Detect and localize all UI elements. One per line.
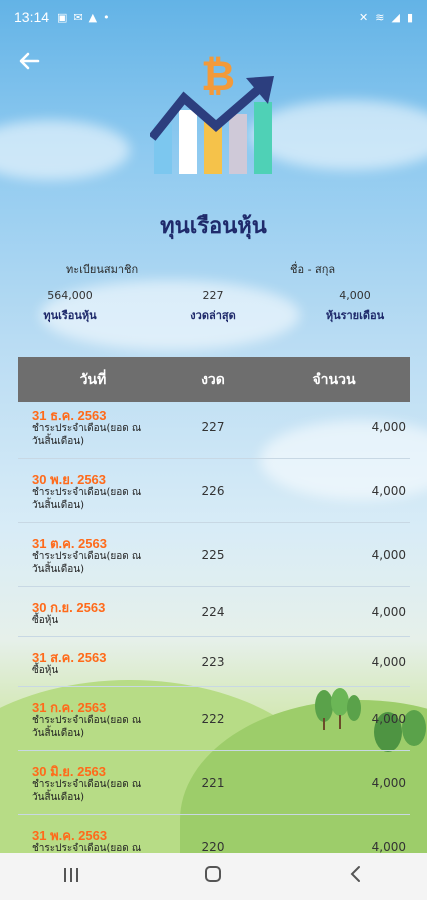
row-amount: 4,000 [371,712,406,726]
row-period: 220 [201,840,225,853]
monthly-value: 4,000 [339,289,371,302]
table-row[interactable]: 30 พ.ย. 2563 ชำระประจำเดือน(ยอด ณ วันสิ้… [18,459,410,523]
monthly-label: หุ้นรายเดือน [325,309,385,322]
app-screen: 13:14 ▣ ✉ ▲ • ✕ ≋ ◢ ▮ ₿ ทุนเรือนหุ้น ทะเ… [0,0,427,853]
row-description: ชำระประจำเดือน(ยอด ณ วันสิ้นเดือน) [32,779,142,803]
signal-icon: ◢ [391,10,400,24]
cloud-decoration [0,120,130,180]
row-amount: 4,000 [371,840,406,853]
table-row[interactable]: 31 พ.ค. 2563 ชำระประจำเดือน(ยอด ณ วันสิ้… [18,815,410,853]
system-navigation-bar [0,853,427,900]
transaction-list[interactable]: 31 ธ.ค. 2563 ชำระประจำเดือน(ยอด ณ วันสิ้… [18,402,410,853]
table-row[interactable]: 31 ต.ค. 2563 ชำระประจำเดือน(ยอด ณ วันสิ้… [18,523,410,587]
home-icon[interactable] [183,864,243,889]
mute-icon: ✕ [359,10,369,24]
table-row[interactable]: 31 ส.ค. 2563 ซื้อหุ้น 223 4,000 [18,637,410,687]
row-period: 225 [201,548,225,562]
row-period: 224 [201,605,225,619]
row-description: ชำระประจำเดือน(ยอด ณ วันสิ้นเดือน) [32,487,142,511]
row-description: ซื้อหุ้น [32,615,59,626]
mail-notification-icon: ✉ [73,10,83,24]
header-amount: จำนวน [312,371,356,388]
warning-notification-icon: ▲ [88,10,98,24]
row-period: 222 [201,712,225,726]
row-description: ชำระประจำเดือน(ยอด ณ วันสิ้นเดือน) [32,551,142,575]
latest-period-label: งวดล่าสุด [190,309,236,322]
table-header: วันที่ งวด จำนวน [18,357,410,402]
row-description: ชำระประจำเดือน(ยอด ณ วันสิ้นเดือน) [32,423,142,447]
row-amount: 4,000 [371,776,406,790]
back-arrow-icon[interactable] [18,50,44,76]
row-period: 226 [201,484,225,498]
table-row[interactable]: 30 ก.ย. 2563 ซื้อหุ้น 224 4,000 [18,587,410,637]
page-title: ทุนเรือนหุ้น [160,214,267,239]
latest-period-value: 227 [202,289,224,302]
svg-text:₿: ₿ [201,52,235,100]
status-bar: 13:14 ▣ ✉ ▲ • ✕ ≋ ◢ ▮ [0,0,427,34]
row-period: 223 [201,655,225,669]
table-row[interactable]: 30 มิ.ย. 2563 ชำระประจำเดือน(ยอด ณ วันสิ… [18,751,410,815]
row-amount: 4,000 [371,484,406,498]
battery-icon: ▮ [406,10,413,24]
recent-apps-icon[interactable] [41,865,101,889]
header-period: งวด [201,371,225,388]
share-label: ทุนเรือนหุ้น [43,309,97,322]
status-time: 13:14 [14,9,50,25]
share-value: 564,000 [47,289,93,302]
table-row[interactable]: 31 ก.ค. 2563 ชำระประจำเดือน(ยอด ณ วันสิ้… [18,687,410,751]
row-description: ซื้อหุ้น [32,665,59,676]
row-description: ชำระประจำเดือน(ยอด ณ วันสิ้นเดือน) [32,843,142,853]
gallery-notification-icon: ▣ [57,10,68,24]
back-icon[interactable] [326,864,386,889]
row-period: 227 [201,420,225,434]
row-period: 221 [201,776,225,790]
member-id-label: ทะเบียนสมาชิก [66,263,139,276]
wifi-icon: ≋ [375,10,385,24]
member-name-label: ชื่อ - สกุล [290,263,336,276]
row-description: ชำระประจำเดือน(ยอด ณ วันสิ้นเดือน) [32,715,142,739]
dot-notification-icon: • [103,10,110,24]
table-row[interactable]: 31 ธ.ค. 2563 ชำระประจำเดือน(ยอด ณ วันสิ้… [18,402,410,459]
bitcoin-chart-logo-icon: ₿ [150,52,274,174]
row-amount: 4,000 [371,605,406,619]
row-amount: 4,000 [371,548,406,562]
row-amount: 4,000 [371,420,406,434]
header-date: วันที่ [79,371,107,388]
row-amount: 4,000 [371,655,406,669]
